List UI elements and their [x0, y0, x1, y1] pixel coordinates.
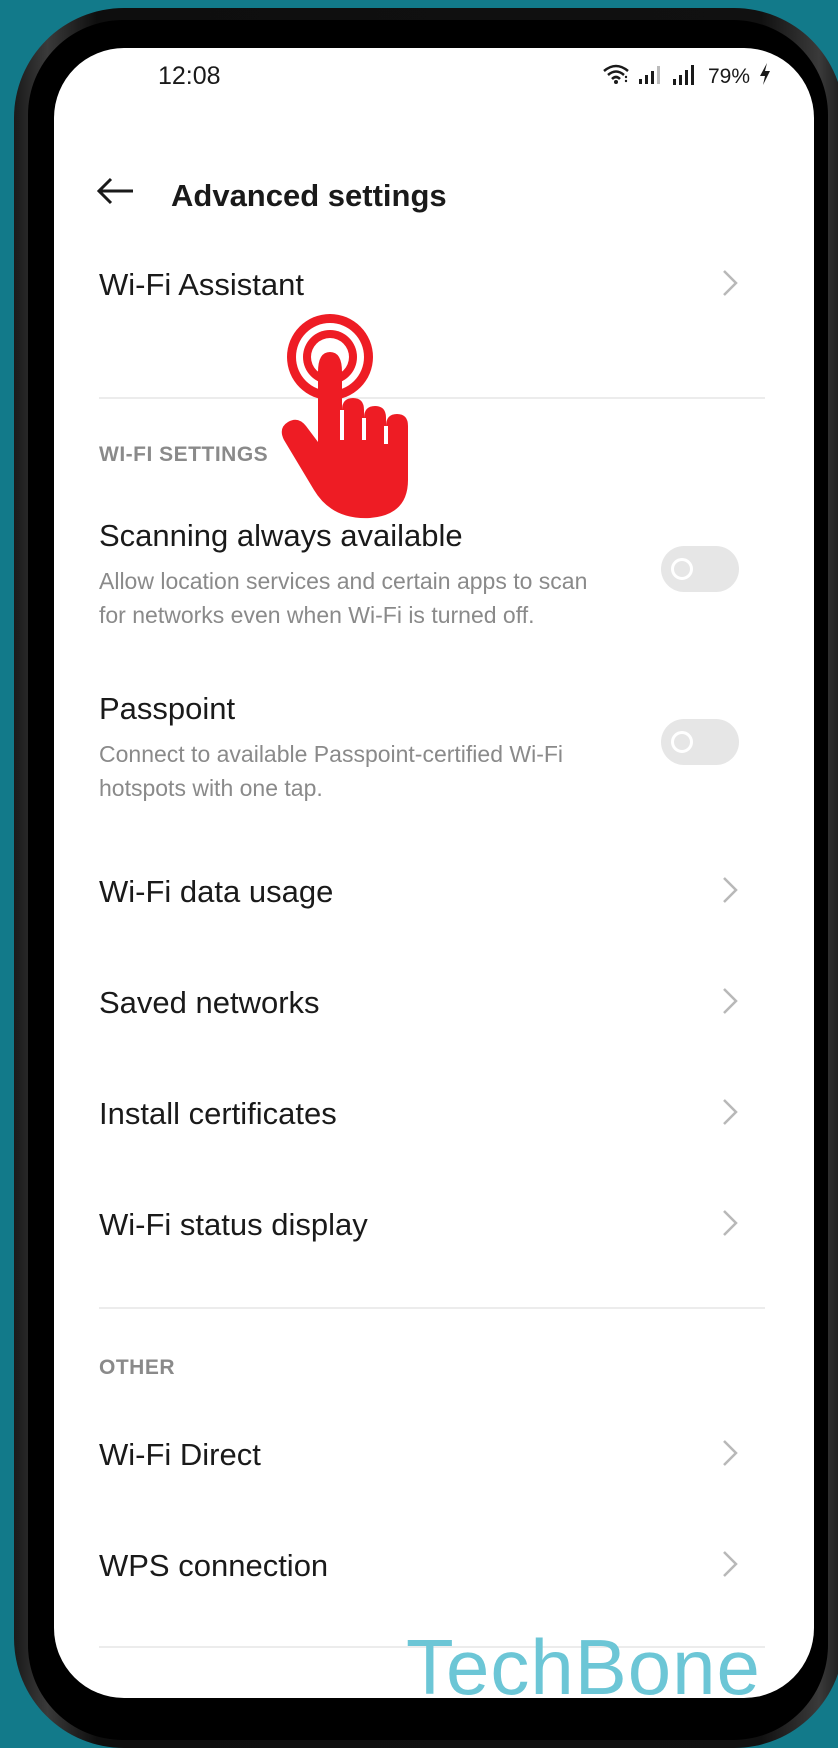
- wifi-assistant-label: Wi-Fi Assistant: [99, 267, 304, 302]
- list-item-label: Wi-Fi Direct: [99, 1437, 261, 1472]
- phone-screen: 12:08 79% Advanced settings Wi-Fi Assist…: [54, 48, 814, 1698]
- toggle-knob: [671, 731, 693, 753]
- chevron-right-icon: [721, 1549, 739, 1584]
- passpoint-title: Passpoint: [99, 691, 236, 726]
- chevron-right-icon: [721, 1208, 739, 1243]
- wifi-status-display-row[interactable]: Wi-Fi status display: [99, 1193, 739, 1253]
- battery-text: 79%: [707, 65, 750, 88]
- battery-charging-icon: [758, 62, 772, 92]
- scanning-toggle[interactable]: [661, 546, 739, 592]
- list-item-label: Install certificates: [99, 1096, 337, 1131]
- chevron-right-icon: [721, 268, 739, 303]
- signal-icon: [638, 64, 664, 90]
- wifi-icon: [602, 63, 630, 91]
- signal-icon: [672, 63, 700, 91]
- divider: [99, 397, 765, 399]
- passpoint-description: Connect to available Passpoint-certified…: [99, 741, 564, 801]
- wifi-assistant-row[interactable]: Wi-Fi Assistant: [99, 253, 739, 313]
- status-time: 12:08: [158, 62, 221, 90]
- chevron-right-icon: [721, 1438, 739, 1473]
- chevron-right-icon: [721, 1097, 739, 1132]
- wifi-direct-row[interactable]: Wi-Fi Direct: [99, 1423, 739, 1483]
- arrow-left-icon: [95, 176, 135, 211]
- tap-hand-icon: [270, 310, 420, 525]
- status-icons: 79%: [602, 62, 772, 92]
- watermark: TechBone: [406, 1623, 761, 1711]
- list-item-label: WPS connection: [99, 1548, 329, 1583]
- passpoint-toggle[interactable]: [661, 719, 739, 765]
- toggle-knob: [671, 558, 693, 580]
- list-item-label: Saved networks: [99, 985, 320, 1020]
- install-certificates-row[interactable]: Install certificates: [99, 1082, 739, 1142]
- scanning-always-available-row[interactable]: Scanning always available Allow location…: [99, 518, 739, 628]
- saved-networks-row[interactable]: Saved networks: [99, 971, 739, 1031]
- header: Advanced settings: [54, 158, 814, 228]
- status-bar: 12:08 79%: [54, 48, 814, 108]
- scanning-description: Allow location services and certain apps…: [99, 568, 588, 628]
- list-item-label: Wi-Fi data usage: [99, 874, 334, 909]
- section-header-other: OTHER: [99, 1356, 175, 1379]
- list-item-label: Wi-Fi status display: [99, 1207, 368, 1242]
- back-button[interactable]: [90, 158, 140, 228]
- wifi-data-usage-row[interactable]: Wi-Fi data usage: [99, 860, 739, 920]
- section-header-wifi-settings: WI-FI SETTINGS: [99, 443, 269, 466]
- page-title: Advanced settings: [171, 178, 447, 213]
- passpoint-row[interactable]: Passpoint Connect to available Passpoint…: [99, 691, 739, 801]
- chevron-right-icon: [721, 875, 739, 910]
- divider: [99, 1307, 765, 1309]
- chevron-right-icon: [721, 986, 739, 1021]
- wps-connection-row[interactable]: WPS connection: [99, 1534, 739, 1594]
